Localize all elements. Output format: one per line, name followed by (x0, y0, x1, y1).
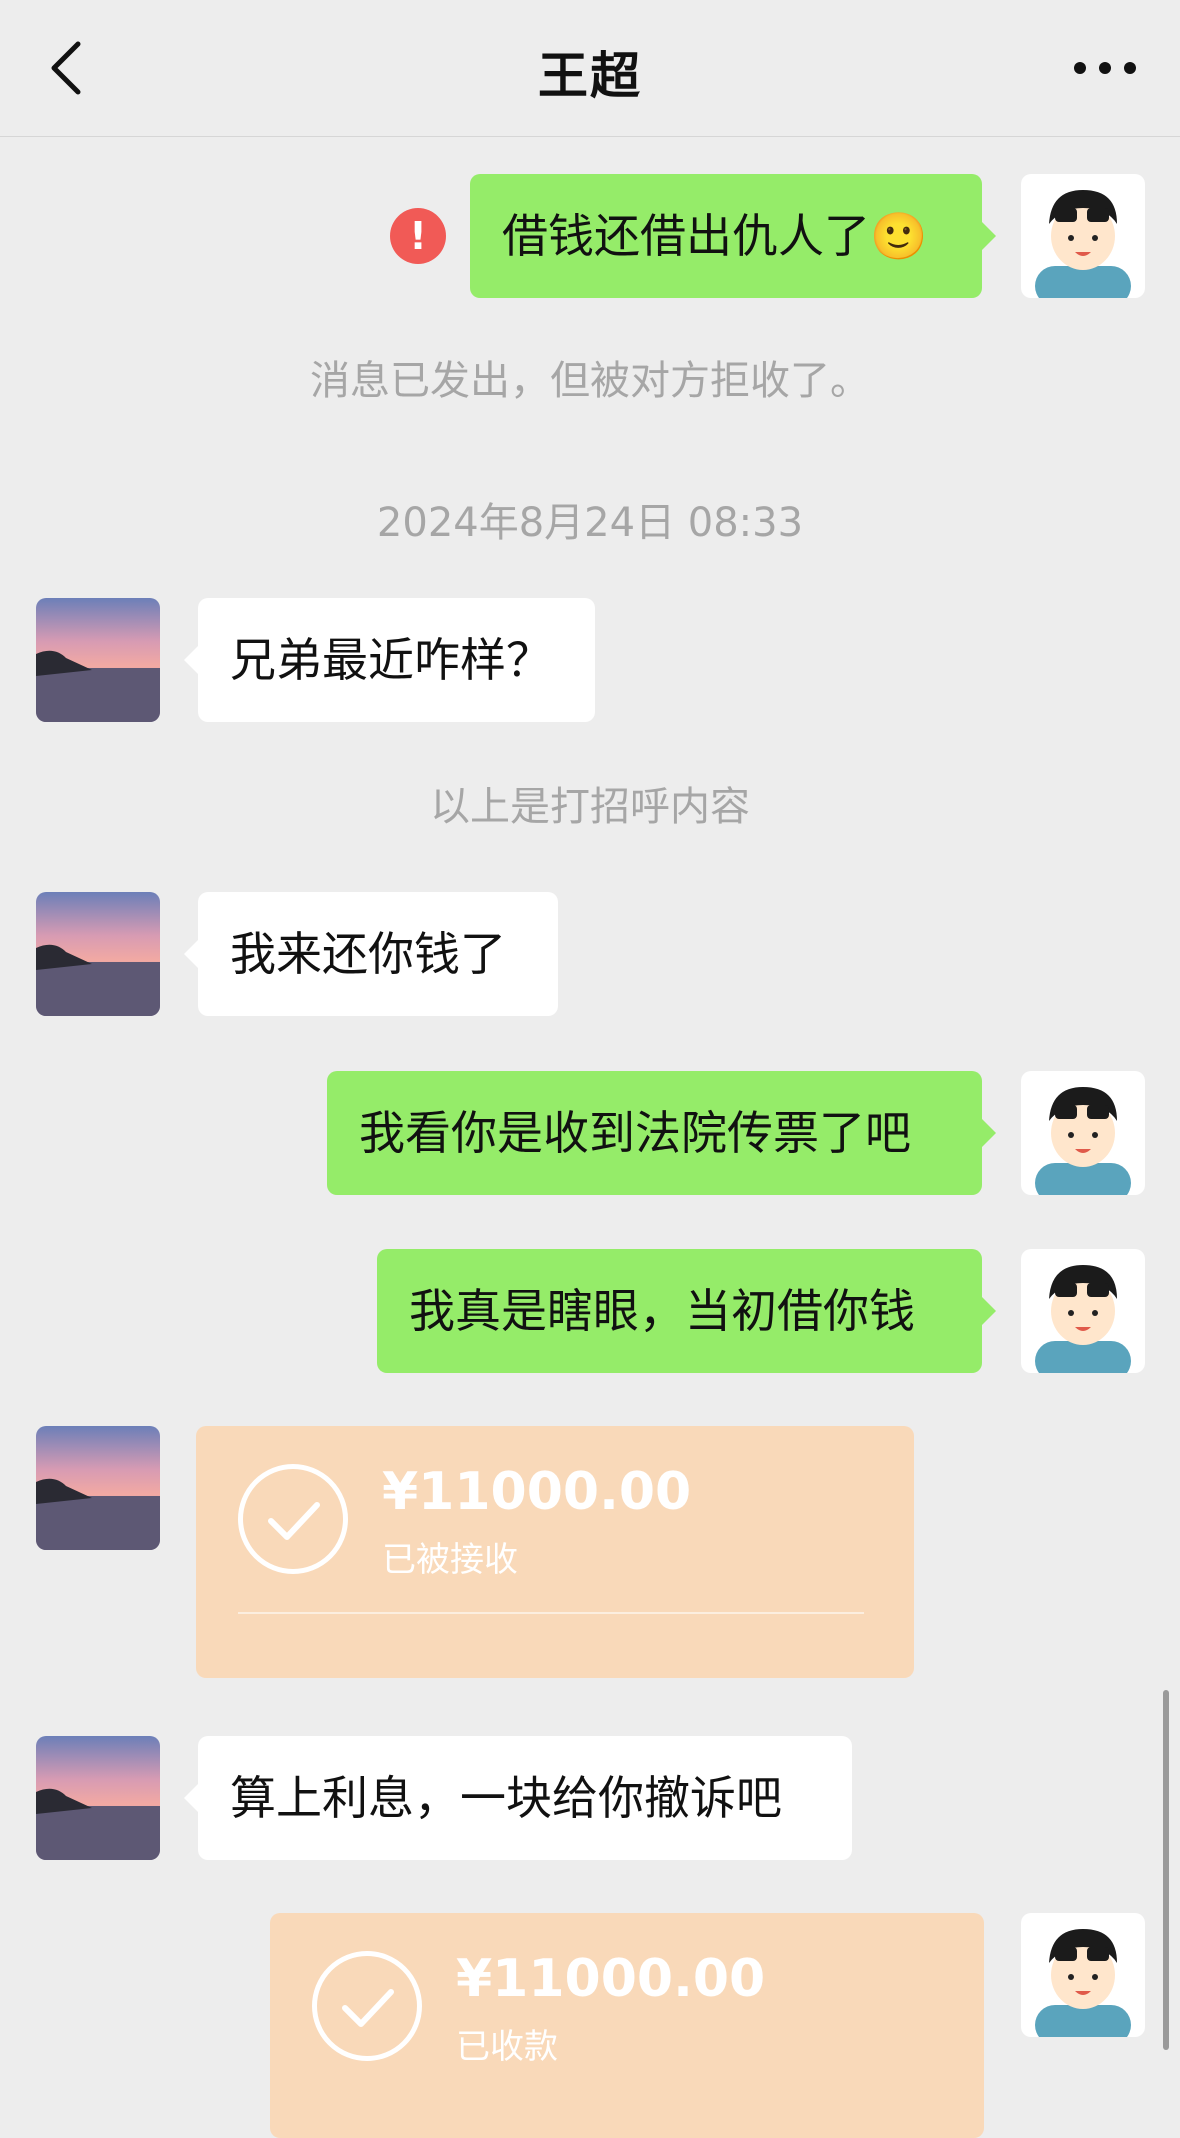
contact-avatar[interactable] (36, 892, 160, 1016)
chat-scrollbar[interactable] (1163, 1690, 1169, 2050)
transfer-amount: ¥11000.00 (456, 1949, 766, 2009)
cartoon-boy-avatar-icon (1021, 1071, 1145, 1195)
outgoing-message[interactable]: 我看你是收到法院传票了吧 (327, 1071, 996, 1195)
more-dots-icon (1074, 62, 1136, 74)
outgoing-message[interactable]: 我真是瞎眼，当初借你钱 (377, 1249, 996, 1373)
contact-avatar[interactable] (36, 598, 160, 722)
my-avatar[interactable] (1021, 1071, 1145, 1195)
transfer-status: 已被接收 (382, 1540, 518, 1580)
transfer-card[interactable]: ¥11000.00 已被接收 (196, 1426, 914, 1678)
sunset-landscape-avatar-icon (36, 598, 160, 722)
check-circle-icon (312, 1951, 422, 2061)
cartoon-boy-avatar-icon (1021, 1913, 1145, 2037)
more-button[interactable] (1070, 46, 1140, 90)
send-failed-icon[interactable]: ! (390, 208, 446, 264)
chat-title: 王超 (538, 47, 642, 105)
greeting-notice: 以上是打招呼内容 (430, 784, 750, 830)
my-avatar[interactable] (1021, 174, 1145, 298)
incoming-message[interactable]: 算上利息，一块给你撤诉吧 (184, 1736, 852, 1860)
my-avatar[interactable] (1021, 1913, 1145, 2037)
sunset-landscape-avatar-icon (36, 892, 160, 1016)
sunset-landscape-avatar-icon (36, 1426, 160, 1550)
rejected-notice: 消息已发出，但被对方拒收了。 (310, 358, 870, 404)
contact-avatar[interactable] (36, 1426, 160, 1550)
outgoing-message[interactable]: 借钱还借出仇人了🙂 (470, 174, 996, 298)
contact-avatar[interactable] (36, 1736, 160, 1860)
cartoon-boy-avatar-icon (1021, 174, 1145, 298)
transfer-divider (238, 1612, 864, 1614)
chat-header: 王超 (0, 0, 1180, 137)
transfer-card[interactable]: ¥11000.00 已收款 (270, 1913, 984, 2138)
sunset-landscape-avatar-icon (36, 1736, 160, 1860)
incoming-message[interactable]: 兄弟最近咋样？ (184, 598, 595, 722)
transfer-status: 已收款 (456, 2027, 558, 2067)
message-text: 借钱还借出仇人了 (502, 209, 870, 263)
my-avatar[interactable] (1021, 1249, 1145, 1373)
chat-timestamp: 2024年8月24日 08:33 (376, 500, 804, 546)
cartoon-boy-avatar-icon (1021, 1249, 1145, 1373)
check-circle-icon (238, 1464, 348, 1574)
smile-emoji-icon: 🙂 (870, 209, 928, 263)
incoming-message[interactable]: 我来还你钱了 (184, 892, 558, 1016)
transfer-amount: ¥11000.00 (382, 1462, 692, 1522)
